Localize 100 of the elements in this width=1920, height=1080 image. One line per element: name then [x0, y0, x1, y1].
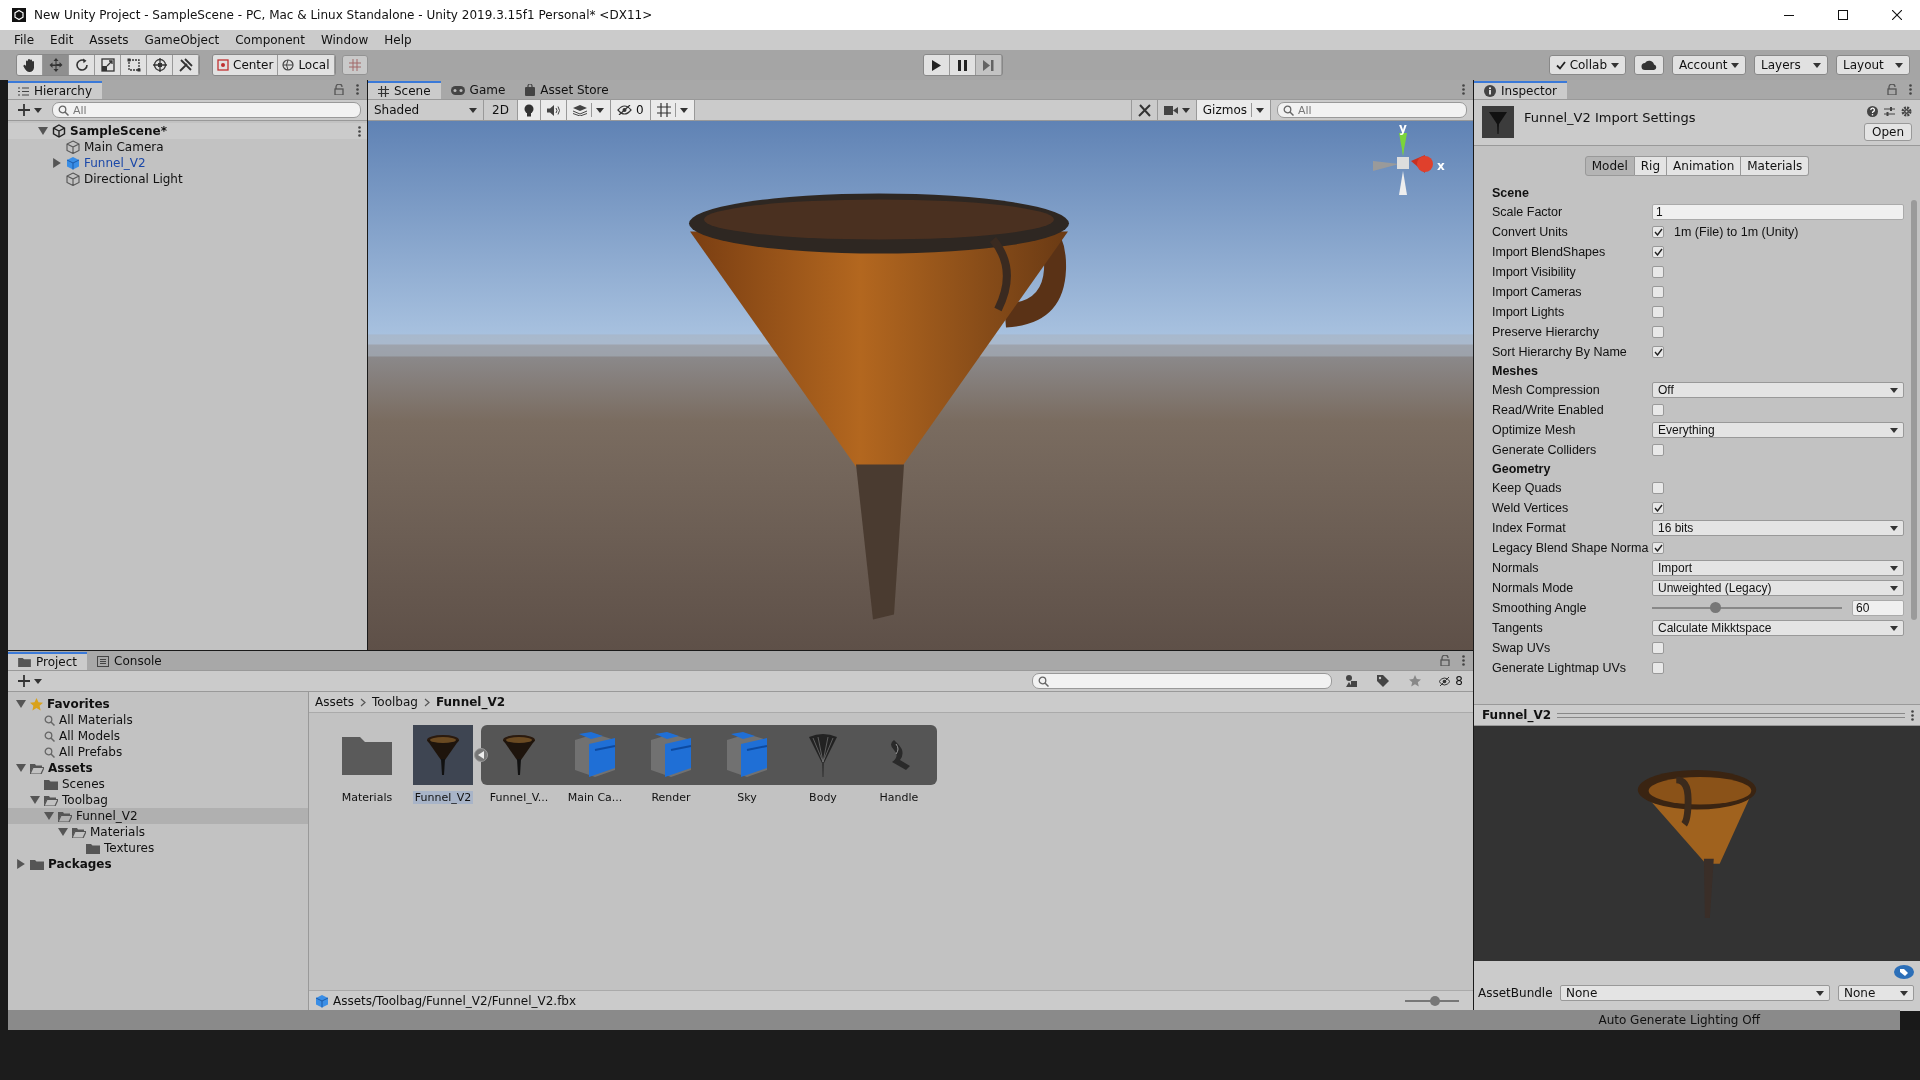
variant-dropdown[interactable]: None — [1838, 985, 1914, 1001]
pivot-button[interactable]: Local — [278, 55, 335, 75]
breadcrumb-item[interactable]: Toolbag — [372, 695, 418, 709]
menu-item[interactable]: Window — [312, 33, 377, 47]
tool-button[interactable] — [95, 55, 121, 75]
slider-thumb[interactable] — [1710, 602, 1722, 613]
layers-dropdown[interactable]: Layers — [1754, 55, 1828, 75]
lighting-button[interactable] — [517, 100, 541, 120]
checkbox[interactable] — [1652, 346, 1664, 358]
layout-dropdown[interactable]: Layout — [1836, 55, 1910, 75]
panel-tab[interactable]: Console — [87, 652, 172, 670]
checkbox[interactable] — [1652, 246, 1664, 258]
panel-tab[interactable]: Project — [8, 652, 88, 670]
import-tab[interactable]: Materials — [1741, 156, 1810, 176]
import-tab[interactable]: Rig — [1634, 156, 1668, 176]
tree-item[interactable]: Favorites — [8, 696, 308, 712]
checkbox[interactable] — [1652, 444, 1664, 456]
dropdown[interactable]: Everything — [1652, 422, 1904, 438]
dropdown[interactable]: Off — [1652, 382, 1904, 398]
tool-button[interactable] — [17, 55, 43, 75]
checkbox[interactable] — [1652, 642, 1664, 654]
asset-tile[interactable] — [481, 725, 557, 785]
breadcrumb-item[interactable]: Funnel_V2 — [435, 695, 506, 709]
play-button[interactable] — [924, 55, 950, 75]
menu-item[interactable]: Component — [227, 33, 313, 47]
collapse-button[interactable] — [474, 748, 488, 762]
asset-tile[interactable] — [861, 725, 937, 785]
open-button[interactable]: Open — [1863, 123, 1912, 141]
checkbox[interactable] — [1652, 502, 1664, 514]
tool-button[interactable] — [69, 55, 95, 75]
panel-tab[interactable]: Inspector — [1474, 81, 1567, 99]
star-icon — [30, 697, 43, 711]
menu-item[interactable]: Help — [376, 33, 420, 47]
field-label: Sort Hierarchy By Name — [1492, 345, 1628, 359]
search-field[interactable]: All — [1277, 102, 1467, 118]
hidden-packages-button[interactable]: 8 — [1434, 671, 1467, 691]
import-tab[interactable]: Model — [1584, 156, 1635, 176]
collab-button[interactable]: Collab — [1548, 55, 1626, 75]
tool-button[interactable] — [43, 55, 69, 75]
tree-item[interactable]: Main Camera — [8, 139, 367, 155]
dropdown[interactable]: Unweighted (Legacy) — [1652, 580, 1904, 596]
tree-item[interactable]: Directional Light — [8, 171, 367, 187]
number-field[interactable]: 1 — [1652, 204, 1904, 220]
pivot-button[interactable]: Center — [213, 55, 279, 75]
tree-item[interactable]: Materials — [8, 824, 308, 840]
dropdown[interactable]: Import — [1652, 560, 1904, 576]
tool-button[interactable] — [147, 55, 173, 75]
checkbox[interactable] — [1652, 542, 1664, 554]
asset-tile[interactable] — [413, 725, 473, 785]
cloud-button[interactable] — [1634, 55, 1664, 75]
effects-button[interactable] — [566, 100, 611, 120]
menu-item[interactable]: Edit — [42, 33, 82, 47]
asset-bundle-dropdown[interactable]: None — [1560, 985, 1830, 1001]
tree-item[interactable]: Packages — [8, 856, 308, 872]
status-text: Auto Generate Lighting Off — [1598, 1013, 1760, 1027]
checkbox[interactable] — [1652, 266, 1664, 278]
checkbox[interactable] — [1652, 482, 1664, 494]
breadcrumb-item[interactable]: Assets — [315, 695, 355, 709]
menu-item[interactable]: Assets — [81, 33, 137, 47]
audio-button[interactable] — [540, 100, 567, 120]
search-field[interactable] — [1032, 673, 1333, 689]
tree-item[interactable]: Funnel_V2 — [8, 155, 367, 171]
pause-button[interactable] — [950, 55, 976, 75]
play-icon — [932, 59, 941, 71]
tool-button[interactable] — [173, 55, 199, 75]
slider-thumb[interactable] — [1429, 996, 1440, 1006]
panel-tab[interactable]: Asset Store — [515, 81, 619, 99]
hidden-objects-button[interactable]: 0 — [610, 100, 651, 120]
gizmos-dropdown[interactable]: Gizmos — [1196, 100, 1271, 120]
tree-item[interactable]: Funnel_V2 — [8, 808, 308, 824]
tree-item[interactable]: Scenes — [8, 776, 308, 792]
scrollbar-thumb[interactable] — [1911, 200, 1917, 620]
account-dropdown[interactable]: Account — [1672, 55, 1746, 75]
dropdown[interactable]: 16 bits — [1652, 520, 1904, 536]
tree-item[interactable]: All Models — [8, 728, 308, 744]
tree-item[interactable]: Assets — [8, 760, 308, 776]
tree-item[interactable]: Toolbag — [8, 792, 308, 808]
checkbox[interactable] — [1652, 286, 1664, 298]
cloud-icon — [1641, 60, 1657, 70]
checkbox[interactable] — [1652, 662, 1664, 674]
tree-item[interactable]: All Materials — [8, 712, 308, 728]
caret-icon — [1890, 625, 1898, 631]
panel-tab[interactable]: Hierarchy — [8, 81, 102, 99]
tree-item[interactable]: All Prefabs — [8, 744, 308, 760]
number-field[interactable]: 60 — [1852, 600, 1904, 616]
grid-button[interactable] — [650, 100, 695, 120]
search-field[interactable]: All — [52, 102, 361, 118]
menu-item[interactable]: File — [6, 33, 43, 47]
menu-item[interactable]: GameObject — [136, 33, 228, 47]
checkbox[interactable] — [1652, 404, 1664, 416]
tree-item[interactable]: Textures — [8, 840, 308, 856]
checkbox[interactable] — [1652, 306, 1664, 318]
tool-button[interactable] — [121, 55, 147, 75]
funnel-thumbnail-icon — [426, 734, 460, 776]
dropdown[interactable]: Calculate Mikktspace — [1652, 620, 1904, 636]
import-tab[interactable]: Animation — [1667, 156, 1742, 176]
panel-tab[interactable]: Game — [440, 81, 516, 99]
checkbox[interactable] — [1652, 326, 1664, 338]
panel-tab[interactable]: Scene — [368, 81, 441, 99]
checkbox[interactable] — [1652, 226, 1664, 238]
